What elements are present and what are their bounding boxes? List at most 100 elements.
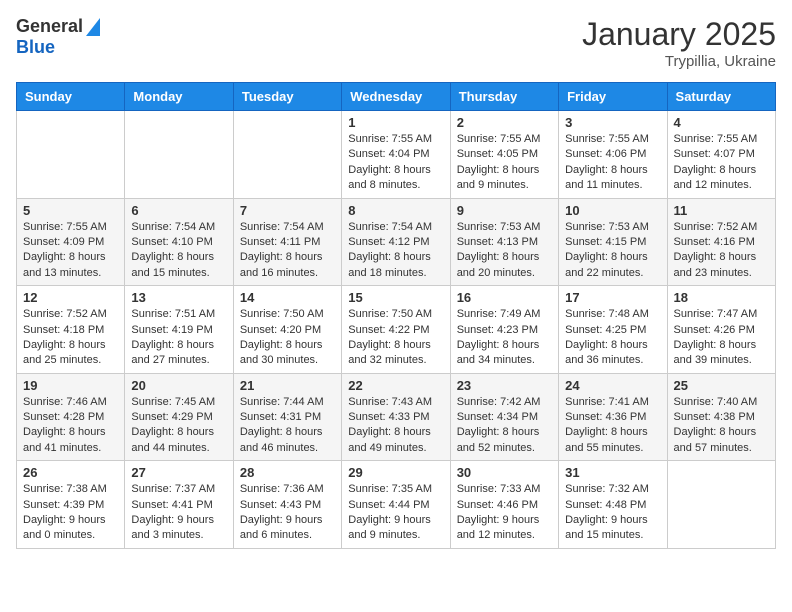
day-info: Sunrise: 7:44 AM Sunset: 4:31 PM Dayligh… [240, 395, 335, 457]
day-info: Sunrise: 7:55 AM Sunset: 4:09 PM Dayligh… [23, 220, 118, 282]
day-number: 27 [131, 465, 226, 480]
calendar-cell: 13Sunrise: 7:51 AM Sunset: 4:19 PM Dayli… [125, 286, 233, 374]
day-number: 1 [348, 115, 443, 130]
day-number: 14 [240, 290, 335, 305]
calendar-cell: 9Sunrise: 7:53 AM Sunset: 4:13 PM Daylig… [450, 198, 558, 286]
day-info: Sunrise: 7:55 AM Sunset: 4:05 PM Dayligh… [457, 132, 552, 194]
calendar-cell: 8 Sunrise: 7:54 AM Sunset: 4:12 PM Daylig… [342, 198, 450, 286]
logo-blue-text: Blue [16, 37, 55, 58]
day-info: Sunrise: 7:43 AM Sunset: 4:33 PM Dayligh… [348, 395, 443, 457]
day-number: 9 [457, 203, 552, 218]
calendar-cell: 14 Sunrise: 7:50 AM Sunset: 4:20 PM Dayli… [233, 286, 341, 374]
day-info: Sunrise: 7:37 AM Sunset: 4:41 PM Dayligh… [131, 482, 226, 544]
day-number: 4 [674, 115, 769, 130]
calendar-cell: 30 Sunrise: 7:33 AM Sunset: 4:46 PM Dayli… [450, 461, 558, 549]
calendar-cell: 4 Sunrise: 7:55 AM Sunset: 4:07 PM Daylig… [667, 111, 775, 199]
day-info: Sunrise: 7:54 AM Sunset: 4:11 PM Dayligh… [240, 220, 335, 282]
day-number: 20 [131, 378, 226, 393]
day-info: Sunrise: 7:36 AM Sunset: 4:43 PM Dayligh… [240, 482, 335, 544]
day-info: Sunrise: 7:38 AM Sunset: 4:39 PM Dayligh… [23, 482, 118, 544]
day-number: 5 [23, 203, 118, 218]
day-number: 28 [240, 465, 335, 480]
calendar-cell: 26 Sunrise: 7:38 AM Sunset: 4:39 PM Dayli… [17, 461, 125, 549]
calendar-cell: 23 Sunrise: 7:42 AM Sunset: 4:34 PM Dayli… [450, 373, 558, 461]
day-info: Sunrise: 7:50 AM Sunset: 4:20 PM Dayligh… [240, 307, 335, 369]
day-number: 29 [348, 465, 443, 480]
day-info: Sunrise: 7:47 AM Sunset: 4:26 PM Dayligh… [674, 307, 769, 369]
location-title: Trypillia, Ukraine [582, 53, 776, 70]
day-info: Sunrise: 7:45 AM Sunset: 4:29 PM Dayligh… [131, 395, 226, 457]
day-info: Sunrise: 7:52 AM Sunset: 4:16 PM Dayligh… [674, 220, 769, 282]
calendar-cell: 17 Sunrise: 7:48 AM Sunset: 4:25 PM Dayli… [559, 286, 667, 374]
calendar-cell: 18 Sunrise: 7:47 AM Sunset: 4:26 PM Dayli… [667, 286, 775, 374]
calendar-cell: 29 Sunrise: 7:35 AM Sunset: 4:44 PM Dayli… [342, 461, 450, 549]
calendar-row-2: 5 Sunrise: 7:55 AM Sunset: 4:09 PM Daylig… [17, 198, 776, 286]
calendar-cell: 21Sunrise: 7:44 AM Sunset: 4:31 PM Dayli… [233, 373, 341, 461]
day-info: Sunrise: 7:32 AM Sunset: 4:48 PM Dayligh… [565, 482, 660, 544]
day-info: Sunrise: 7:50 AM Sunset: 4:22 PM Dayligh… [348, 307, 443, 369]
calendar-cell: 25 Sunrise: 7:40 AM Sunset: 4:38 PM Dayli… [667, 373, 775, 461]
column-header-sunday: Sunday [17, 83, 125, 111]
calendar-header-row: SundayMondayTuesdayWednesdayThursdayFrid… [17, 83, 776, 111]
calendar-row-1: 1Sunrise: 7:55 AM Sunset: 4:04 PM Daylig… [17, 111, 776, 199]
calendar-cell: 24 Sunrise: 7:41 AM Sunset: 4:36 PM Dayli… [559, 373, 667, 461]
day-number: 17 [565, 290, 660, 305]
day-info: Sunrise: 7:33 AM Sunset: 4:46 PM Dayligh… [457, 482, 552, 544]
calendar-cell: 28 Sunrise: 7:36 AM Sunset: 4:43 PM Dayli… [233, 461, 341, 549]
day-number: 7 [240, 203, 335, 218]
calendar-row-3: 12 Sunrise: 7:52 AM Sunset: 4:18 PM Dayli… [17, 286, 776, 374]
calendar-cell: 19Sunrise: 7:46 AM Sunset: 4:28 PM Dayli… [17, 373, 125, 461]
day-info: Sunrise: 7:52 AM Sunset: 4:18 PM Dayligh… [23, 307, 118, 369]
calendar-cell: 11 Sunrise: 7:52 AM Sunset: 4:16 PM Dayli… [667, 198, 775, 286]
day-number: 12 [23, 290, 118, 305]
day-info: Sunrise: 7:55 AM Sunset: 4:07 PM Dayligh… [674, 132, 769, 194]
day-number: 23 [457, 378, 552, 393]
calendar-cell: 22 Sunrise: 7:43 AM Sunset: 4:33 PM Dayli… [342, 373, 450, 461]
day-number: 18 [674, 290, 769, 305]
calendar-cell [667, 461, 775, 549]
day-number: 10 [565, 203, 660, 218]
day-number: 2 [457, 115, 552, 130]
calendar-table: SundayMondayTuesdayWednesdayThursdayFrid… [16, 82, 776, 549]
logo: General Blue [16, 16, 100, 58]
day-number: 25 [674, 378, 769, 393]
calendar-cell: 5 Sunrise: 7:55 AM Sunset: 4:09 PM Daylig… [17, 198, 125, 286]
day-info: Sunrise: 7:53 AM Sunset: 4:15 PM Dayligh… [565, 220, 660, 282]
day-number: 13 [131, 290, 226, 305]
day-info: Sunrise: 7:49 AM Sunset: 4:23 PM Dayligh… [457, 307, 552, 369]
title-section: January 2025 Trypillia, Ukraine [582, 16, 776, 70]
day-number: 26 [23, 465, 118, 480]
logo-general-text: General [16, 16, 83, 37]
day-info: Sunrise: 7:48 AM Sunset: 4:25 PM Dayligh… [565, 307, 660, 369]
day-number: 30 [457, 465, 552, 480]
calendar-cell: 3Sunrise: 7:55 AM Sunset: 4:06 PM Daylig… [559, 111, 667, 199]
day-info: Sunrise: 7:41 AM Sunset: 4:36 PM Dayligh… [565, 395, 660, 457]
column-header-monday: Monday [125, 83, 233, 111]
day-number: 22 [348, 378, 443, 393]
calendar-cell [125, 111, 233, 199]
calendar-cell: 7 Sunrise: 7:54 AM Sunset: 4:11 PM Daylig… [233, 198, 341, 286]
day-info: Sunrise: 7:55 AM Sunset: 4:06 PM Dayligh… [565, 132, 660, 194]
calendar-cell [17, 111, 125, 199]
day-number: 8 [348, 203, 443, 218]
calendar-cell: 27 Sunrise: 7:37 AM Sunset: 4:41 PM Dayli… [125, 461, 233, 549]
day-info: Sunrise: 7:54 AM Sunset: 4:10 PM Dayligh… [131, 220, 226, 282]
calendar-row-4: 19Sunrise: 7:46 AM Sunset: 4:28 PM Dayli… [17, 373, 776, 461]
day-number: 15 [348, 290, 443, 305]
day-number: 11 [674, 203, 769, 218]
day-info: Sunrise: 7:40 AM Sunset: 4:38 PM Dayligh… [674, 395, 769, 457]
calendar-cell: 6Sunrise: 7:54 AM Sunset: 4:10 PM Daylig… [125, 198, 233, 286]
day-info: Sunrise: 7:42 AM Sunset: 4:34 PM Dayligh… [457, 395, 552, 457]
calendar-cell: 12 Sunrise: 7:52 AM Sunset: 4:18 PM Dayli… [17, 286, 125, 374]
day-number: 19 [23, 378, 118, 393]
column-header-wednesday: Wednesday [342, 83, 450, 111]
day-info: Sunrise: 7:54 AM Sunset: 4:12 PM Dayligh… [348, 220, 443, 282]
day-number: 31 [565, 465, 660, 480]
column-header-tuesday: Tuesday [233, 83, 341, 111]
calendar-cell: 20 Sunrise: 7:45 AM Sunset: 4:29 PM Dayli… [125, 373, 233, 461]
calendar-cell: 16Sunrise: 7:49 AM Sunset: 4:23 PM Dayli… [450, 286, 558, 374]
calendar-cell: 2 Sunrise: 7:55 AM Sunset: 4:05 PM Daylig… [450, 111, 558, 199]
day-info: Sunrise: 7:35 AM Sunset: 4:44 PM Dayligh… [348, 482, 443, 544]
day-number: 24 [565, 378, 660, 393]
calendar-cell: 31 Sunrise: 7:32 AM Sunset: 4:48 PM Dayli… [559, 461, 667, 549]
